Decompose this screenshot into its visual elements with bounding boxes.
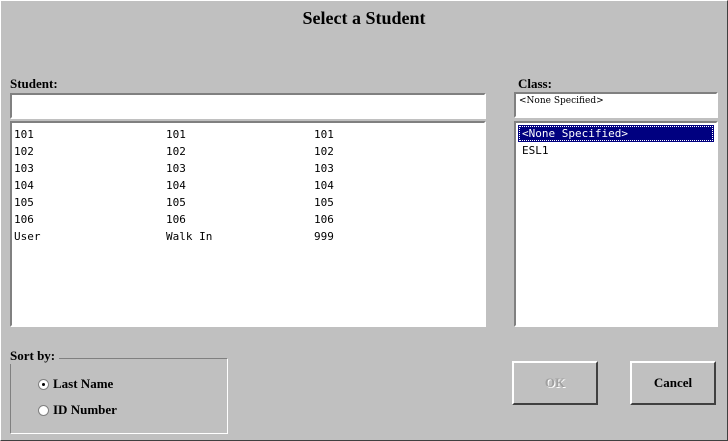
student-cell: 103 xyxy=(314,162,334,175)
student-cell: User xyxy=(14,230,41,243)
student-row[interactable]: 105 105 105 xyxy=(14,194,484,211)
sort-option-id-number[interactable]: ID Number xyxy=(38,401,117,419)
student-cell: 106 xyxy=(166,213,186,226)
student-cell: 999 xyxy=(314,230,334,243)
class-label: Class: xyxy=(518,76,552,91)
student-row[interactable]: 101 101 101 xyxy=(14,126,484,143)
student-cell: 105 xyxy=(314,196,334,209)
class-list-item[interactable]: ESL1 xyxy=(518,142,714,159)
dialog-title: Select a Student xyxy=(302,8,426,28)
student-row[interactable]: 103 103 103 xyxy=(14,160,484,177)
student-cell: 105 xyxy=(14,196,34,209)
ok-button[interactable]: OK xyxy=(512,361,598,405)
student-search-input[interactable] xyxy=(10,93,486,119)
sort-option-label: ID Number xyxy=(53,402,117,417)
student-cell: 105 xyxy=(166,196,186,209)
class-dropdown[interactable]: <None Specified> xyxy=(514,92,718,118)
student-cell: Walk In xyxy=(166,230,213,243)
student-cell: 104 xyxy=(314,179,334,192)
student-cell: 104 xyxy=(14,179,34,192)
radio-button-icon[interactable] xyxy=(38,378,49,390)
sort-groupbox xyxy=(10,358,228,434)
student-label: Student: xyxy=(10,76,58,91)
student-cell: 103 xyxy=(14,162,34,175)
student-cell: 102 xyxy=(314,145,334,158)
student-row[interactable]: 106 106 106 xyxy=(14,211,484,228)
sort-option-label: Last Name xyxy=(53,376,114,391)
student-cell: 101 xyxy=(166,128,186,141)
class-list-item[interactable]: <None Specified> xyxy=(518,125,714,142)
student-list[interactable]: 101 101 101 102 102 102 103 103 103 104 104 104 105 1… xyxy=(10,121,486,327)
student-row[interactable]: 104 104 104 xyxy=(14,177,484,194)
student-cell: 106 xyxy=(314,213,334,226)
student-cell: 106 xyxy=(14,213,34,226)
sort-label: Sort by: xyxy=(10,348,60,364)
radio-button-icon[interactable] xyxy=(38,404,49,416)
student-row[interactable]: 102 102 102 xyxy=(14,143,484,160)
cancel-button[interactable]: Cancel xyxy=(630,361,716,405)
student-cell: 102 xyxy=(14,145,34,158)
student-cell: 102 xyxy=(166,145,186,158)
student-cell: 103 xyxy=(166,162,186,175)
class-dropdown-value: <None Specified> xyxy=(519,96,604,106)
student-cell: 104 xyxy=(166,179,186,192)
student-row[interactable]: User Walk In 999 xyxy=(14,228,484,245)
student-cell: 101 xyxy=(14,128,34,141)
class-list[interactable]: <None Specified> ESL1 xyxy=(514,121,718,327)
sort-option-last-name[interactable]: Last Name xyxy=(38,375,113,393)
student-cell: 101 xyxy=(314,128,334,141)
